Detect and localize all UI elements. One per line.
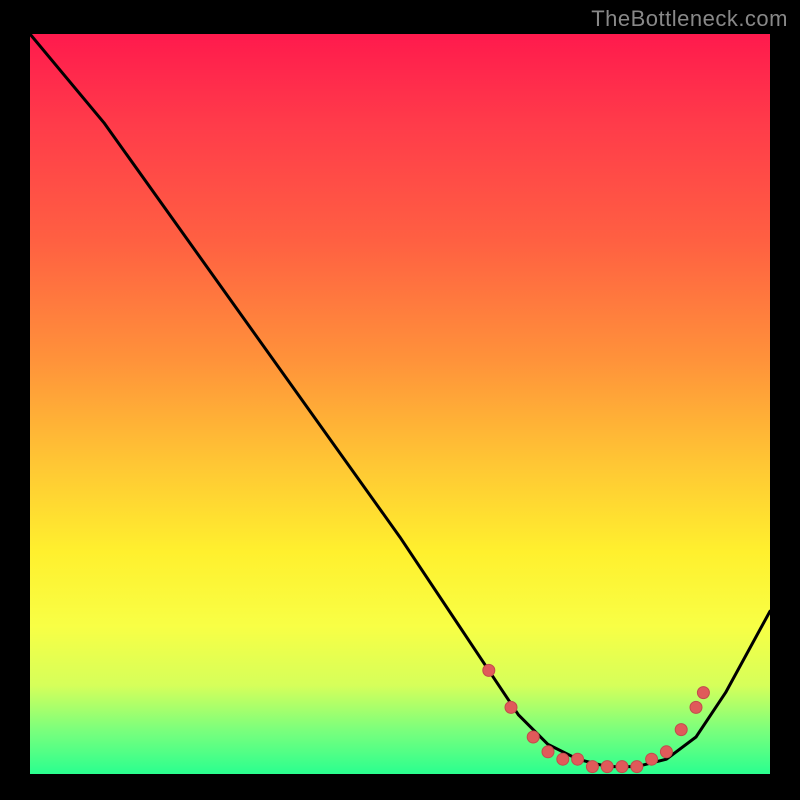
data-marker [572,753,584,765]
chart-frame: TheBottleneck.com [0,0,800,800]
curve-line [30,34,770,767]
data-marker [660,746,672,758]
data-marker [675,724,687,736]
data-marker [505,701,517,713]
plot-area [30,34,770,774]
data-marker [586,761,598,773]
marker-layer [483,664,710,772]
data-marker [483,664,495,676]
data-marker [646,753,658,765]
data-marker [690,701,702,713]
chart-overlay [30,34,770,774]
data-marker [631,761,643,773]
data-marker [616,761,628,773]
data-marker [697,687,709,699]
data-marker [527,731,539,743]
data-marker [601,761,613,773]
data-marker [542,746,554,758]
watermark-text: TheBottleneck.com [591,6,788,32]
data-marker [557,753,569,765]
